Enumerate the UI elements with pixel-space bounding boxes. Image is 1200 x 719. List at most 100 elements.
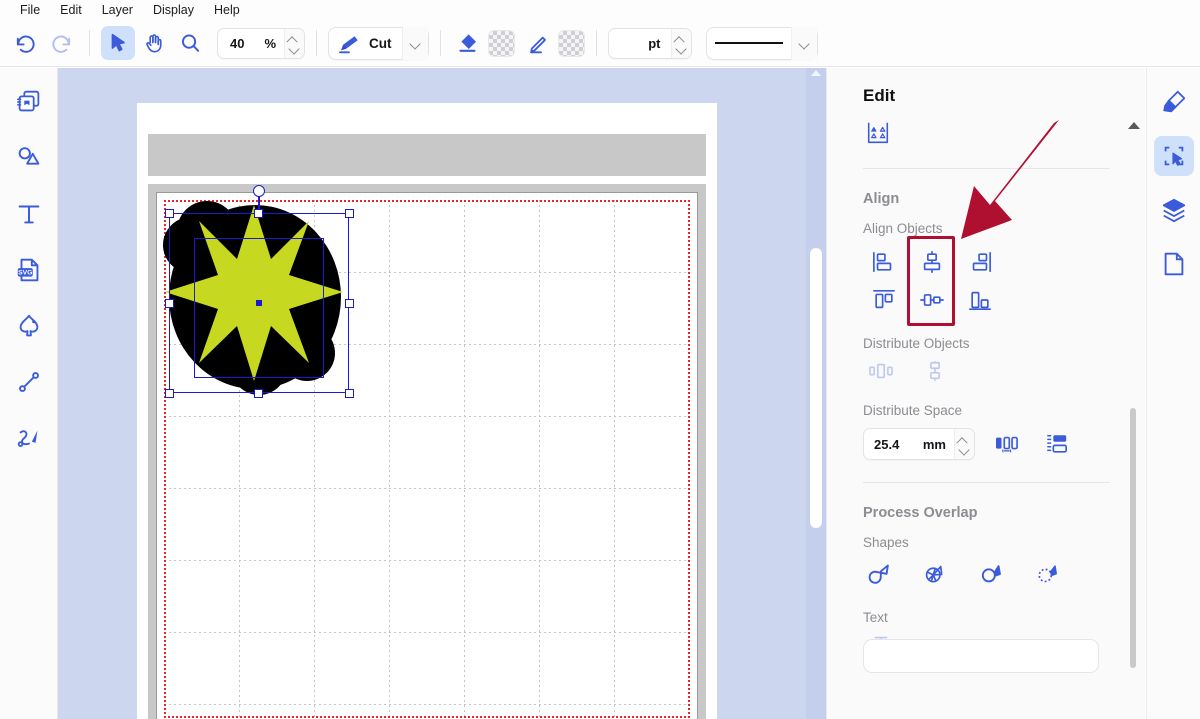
stroke-width-field[interactable]: pt	[607, 27, 692, 59]
distribute-horizontal-icon	[868, 360, 894, 382]
selection-center-point	[256, 300, 262, 306]
line-style-select[interactable]	[705, 26, 818, 60]
resize-handle-bottom-left[interactable]	[165, 389, 174, 398]
undo-button[interactable]	[8, 26, 42, 60]
intersect-button[interactable]	[919, 558, 955, 590]
align-bottom-icon	[967, 288, 993, 312]
distribute-space-stepper[interactable]	[954, 429, 974, 459]
sidebar-item-projects[interactable]	[8, 82, 50, 122]
layers-icon	[1160, 196, 1188, 224]
line-style-preview	[707, 42, 791, 44]
align-left-button[interactable]	[863, 244, 905, 280]
redo-arrow-icon	[50, 32, 73, 55]
toolbar-divider-3	[439, 30, 441, 56]
select-tool-button[interactable]	[101, 26, 135, 60]
chevron-down-icon	[960, 446, 969, 451]
chevron-down-icon	[799, 40, 809, 46]
main-toolbar: 40 % Cut pt	[0, 20, 1200, 67]
bottom-input-field[interactable]	[863, 639, 1099, 673]
resize-handle-middle-left[interactable]	[165, 299, 174, 308]
menu-item-edit[interactable]: Edit	[50, 0, 92, 20]
edit-panel-scrollbar[interactable]	[1128, 68, 1138, 719]
right-tool-rail	[1146, 68, 1200, 719]
pan-tool-button[interactable]	[137, 26, 171, 60]
sidebar-item-shapes[interactable]	[8, 138, 50, 178]
panel-tab-style[interactable]	[1154, 82, 1194, 122]
space-horizontal-button[interactable]	[989, 428, 1025, 460]
menu-item-layer[interactable]: Layer	[92, 0, 143, 20]
edit-panel: Edit Align Align Objects Distribute Obje…	[826, 68, 1145, 719]
shapes-icon	[14, 143, 44, 173]
align-section-heading: Align	[863, 191, 900, 207]
sidebar-item-text[interactable]	[8, 194, 50, 234]
menu-item-help[interactable]: Help	[204, 0, 250, 20]
distribute-vertical-button[interactable]	[917, 355, 953, 387]
pen-cut-icon	[337, 31, 363, 55]
canvas-scroll-thumb[interactable]	[810, 248, 822, 528]
panel-divider-1	[863, 168, 1110, 169]
distribute-space-field[interactable]: 25.4 mm	[863, 428, 975, 460]
menu-bar: File Edit Layer Display Help	[0, 0, 1200, 20]
align-center-horizontal-icon	[919, 250, 945, 274]
menu-item-file[interactable]: File	[10, 0, 50, 20]
stroke-tool-button[interactable]	[522, 26, 556, 60]
fill-tool-button[interactable]	[452, 26, 486, 60]
align-right-button[interactable]	[959, 244, 1001, 280]
paint-bucket-icon	[457, 31, 481, 55]
zoom-tool-button[interactable]	[173, 26, 207, 60]
cursor-arrow-icon	[107, 32, 129, 54]
resize-handle-top-left[interactable]	[165, 209, 174, 218]
align-left-icon	[871, 250, 897, 274]
resize-handle-bottom-right[interactable]	[345, 389, 354, 398]
cut-mode-dropdown-arrow[interactable]	[401, 26, 428, 60]
panel-tab-layers[interactable]	[1154, 190, 1194, 230]
zoom-level-unit: %	[264, 35, 276, 51]
panel-tab-edit[interactable]	[1153, 136, 1194, 176]
space-vertical-icon	[1044, 433, 1070, 455]
union-button[interactable]	[863, 558, 899, 590]
clipart-spade-icon	[14, 311, 44, 341]
chevron-down-icon	[290, 45, 299, 50]
menu-item-display[interactable]: Display	[143, 0, 204, 20]
stroke-width-stepper[interactable]	[670, 28, 691, 58]
resize-handle-top-right[interactable]	[345, 209, 354, 218]
sidebar-item-curve[interactable]	[8, 418, 50, 458]
redo-button[interactable]	[44, 26, 78, 60]
exclude-icon	[1035, 561, 1063, 587]
sidebar-item-clipart[interactable]	[8, 306, 50, 346]
scroll-up-arrow-icon[interactable]	[811, 70, 821, 76]
space-vertical-button[interactable]	[1039, 428, 1075, 460]
magnifier-icon	[179, 32, 202, 55]
edit-panel-scroll-thumb[interactable]	[1130, 408, 1136, 668]
line-tool-icon	[14, 367, 44, 397]
cut-mode-button[interactable]: Cut	[328, 26, 429, 60]
zoom-level-stepper[interactable]	[284, 28, 304, 58]
inner-object-bounding-box[interactable]	[194, 238, 324, 378]
distribute-horizontal-button[interactable]	[863, 355, 899, 387]
brush-icon	[1160, 88, 1188, 116]
canvas-vertical-scrollbar[interactable]	[806, 68, 826, 719]
resize-handle-top-center[interactable]	[254, 209, 263, 218]
distribute-vertical-icon	[922, 360, 948, 382]
stroke-color-swatch[interactable]	[557, 29, 585, 57]
resize-handle-middle-right[interactable]	[345, 299, 354, 308]
align-bottom-button[interactable]	[959, 282, 1001, 318]
align-middle-vertical-button[interactable]	[911, 282, 953, 318]
exclude-button[interactable]	[1031, 558, 1067, 590]
sidebar-item-svg[interactable]: SVG	[8, 250, 50, 290]
arrange-objects-button[interactable]	[859, 116, 897, 150]
sidebar-item-line[interactable]	[8, 362, 50, 402]
canvas-viewport[interactable]	[58, 68, 806, 719]
panel-tab-page[interactable]	[1154, 244, 1194, 284]
align-center-horizontal-button[interactable]	[911, 244, 953, 280]
distribute-space-unit: mm	[922, 436, 946, 452]
fill-color-swatch[interactable]	[487, 29, 515, 57]
rotate-handle[interactable]	[253, 185, 265, 197]
align-top-button[interactable]	[863, 282, 905, 318]
align-objects-label: Align Objects	[863, 221, 943, 236]
line-style-dropdown-arrow[interactable]	[790, 26, 817, 60]
zoom-level-field[interactable]: 40 %	[217, 27, 305, 59]
resize-handle-bottom-center[interactable]	[254, 389, 263, 398]
svg-text:SVG: SVG	[18, 270, 32, 277]
subtract-button[interactable]	[975, 558, 1011, 590]
